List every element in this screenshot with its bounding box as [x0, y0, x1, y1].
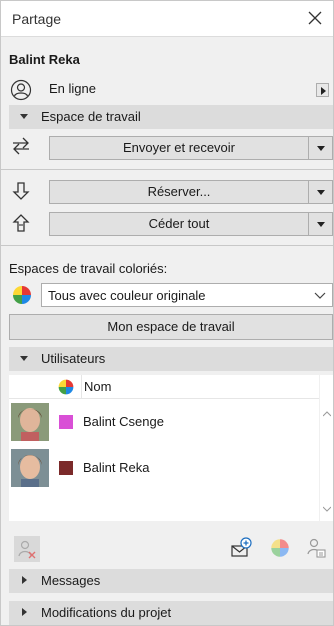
- chevron-down-icon: [314, 288, 326, 305]
- send-receive-label: Envoyer et recevoir: [123, 140, 235, 155]
- release-all-dropdown[interactable]: [308, 213, 332, 235]
- expand-triangle-icon: [22, 608, 27, 616]
- expand-triangle-icon: [22, 576, 27, 584]
- section-workspace[interactable]: Espace de travail: [9, 105, 333, 129]
- user-color-swatch: [59, 415, 73, 429]
- status-label: En ligne: [49, 81, 96, 96]
- current-user-name: Balint Reka: [9, 52, 80, 67]
- reserve-button[interactable]: Réserver...: [49, 180, 333, 204]
- column-divider: [81, 375, 82, 399]
- release-all-label: Céder tout: [148, 216, 210, 231]
- section-workspace-label: Espace de travail: [41, 109, 141, 124]
- user-color-icon[interactable]: [268, 536, 292, 560]
- color-wheel-icon: [11, 284, 33, 306]
- title-bar: Partage: [1, 1, 333, 37]
- sharing-panel: Partage Balint Reka En ligne Espace de t…: [0, 0, 334, 626]
- colored-workspaces-label: Espaces de travail coloriés:: [9, 261, 168, 276]
- my-workspace-button[interactable]: Mon espace de travail: [9, 314, 333, 340]
- avatar: [11, 403, 49, 441]
- reserve-dropdown[interactable]: [308, 181, 332, 203]
- send-receive-dropdown[interactable]: [308, 137, 332, 159]
- user-name: Balint Reka: [83, 460, 150, 475]
- user-name: Balint Csenge: [83, 414, 164, 429]
- scroll-down-icon[interactable]: [322, 500, 332, 515]
- divider: [1, 245, 333, 246]
- color-mode-value: Tous avec couleur originale: [48, 288, 206, 303]
- users-column-header: Nom: [9, 375, 319, 399]
- send-receive-icon: [10, 135, 32, 157]
- section-users[interactable]: Utilisateurs: [9, 347, 333, 371]
- section-messages-label: Messages: [41, 573, 101, 588]
- column-name-header[interactable]: Nom: [84, 379, 111, 394]
- user-status-icon: [10, 79, 32, 101]
- list-item[interactable]: Balint Reka: [9, 445, 319, 491]
- list-item[interactable]: Balint Csenge: [9, 399, 319, 445]
- user-color-swatch: [59, 461, 73, 475]
- send-receive-button[interactable]: Envoyer et recevoir: [49, 136, 333, 160]
- users-toolbar: [1, 531, 333, 565]
- release-all-button[interactable]: Céder tout: [49, 212, 333, 236]
- scroll-up-icon[interactable]: [322, 405, 332, 420]
- status-expand-button[interactable]: [316, 83, 329, 97]
- collapse-triangle-icon: [20, 356, 28, 361]
- status-row: En ligne: [1, 77, 333, 101]
- reserve-label: Réserver...: [147, 184, 211, 199]
- avatar: [11, 449, 49, 487]
- user-settings-icon[interactable]: [304, 536, 328, 560]
- divider: [1, 169, 333, 170]
- users-list: Nom Balint Csenge Balint Reka: [9, 375, 333, 521]
- release-arrow-icon: [10, 212, 32, 234]
- reserve-arrow-icon: [10, 180, 32, 202]
- remove-user-icon[interactable]: [14, 536, 40, 562]
- message-add-icon[interactable]: [229, 536, 253, 560]
- close-icon[interactable]: [305, 7, 325, 29]
- section-project-changes[interactable]: Modifications du projet: [9, 601, 333, 625]
- color-mode-select[interactable]: Tous avec couleur originale: [41, 283, 333, 307]
- collapse-triangle-icon: [20, 114, 28, 119]
- section-project-changes-label: Modifications du projet: [41, 605, 172, 620]
- section-messages[interactable]: Messages: [9, 569, 333, 593]
- color-wheel-icon: [57, 378, 75, 399]
- panel-title: Partage: [12, 11, 62, 27]
- section-users-label: Utilisateurs: [41, 351, 106, 366]
- users-scrollbar[interactable]: [319, 375, 333, 521]
